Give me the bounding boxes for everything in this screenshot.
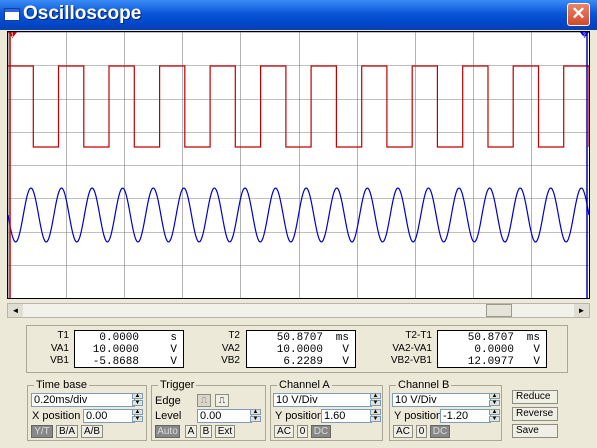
horizontal-scrollbar[interactable]: ◄ ► — [7, 303, 590, 318]
readout-value: -5.8688 — [92, 356, 139, 368]
readout-label: VB2 — [221, 355, 240, 366]
scope-grid — [8, 32, 590, 299]
readout-box-t1: 0.0000 s 10.0000 V -5.8688 V — [74, 330, 184, 368]
readout-unit: V — [170, 344, 177, 356]
readout-value: 12.0977 — [467, 356, 514, 368]
scroll-left-icon[interactable]: ◄ — [8, 304, 23, 317]
mode-ba-button[interactable]: B/A — [56, 425, 78, 438]
mode-ab-button[interactable]: A/B — [81, 425, 103, 438]
x-position-label: X position — [32, 410, 81, 422]
readout-unit: s — [170, 332, 177, 344]
readout-unit: V — [533, 356, 540, 368]
readout-value: 0.0000 — [474, 344, 514, 356]
scroll-thumb[interactable] — [486, 304, 512, 317]
readout-label: VA1 — [50, 342, 69, 354]
channel-a-y-position-field[interactable]: 1.60 — [321, 409, 372, 423]
readout-box-t2: 50.8707 ms 10.0000 V 6.2289 V — [246, 330, 356, 368]
channel-a-y-position-spinner[interactable]: ▲ ▼ — [370, 409, 381, 423]
trigger-level-spinner[interactable]: ▲ ▼ — [250, 409, 261, 423]
readout-label: T2 — [228, 330, 240, 341]
trigger-legend: Trigger — [158, 379, 197, 391]
readout-value: 50.8707 — [467, 332, 514, 344]
save-button[interactable]: Save — [512, 424, 558, 438]
readout-unit: ms — [335, 332, 349, 344]
channel-b-scale-field[interactable]: 10 V/Div — [392, 393, 491, 407]
reverse-button[interactable]: Reverse — [512, 407, 558, 421]
rising-edge-icon[interactable]: ⎍ — [197, 394, 211, 407]
channel-a-trace — [8, 65, 590, 148]
channel-a-scale-field[interactable]: 10 V/Div — [273, 393, 372, 407]
channel-b-dc-button[interactable]: DC — [430, 425, 450, 438]
edge-label: Edge — [155, 395, 181, 407]
trigger-level-field[interactable]: 0.00 — [197, 409, 252, 423]
x-position-spinner[interactable]: ▲ ▼ — [132, 409, 143, 423]
x-position-field[interactable]: 0.00 — [83, 409, 135, 423]
close-button[interactable]: ✕ — [567, 3, 590, 26]
readout-value: 10.0000 — [92, 344, 139, 356]
channel-a-ac-button[interactable]: AC — [274, 425, 294, 438]
readout-label: T2-T1 — [405, 330, 432, 341]
channel-b-y-position-label: Y position — [394, 410, 443, 422]
trigger-ext-button[interactable]: Ext — [215, 425, 235, 438]
mode-yt-button[interactable]: Y/T — [31, 425, 53, 438]
window-title: Oscilloscope — [23, 3, 142, 24]
trigger-b-button[interactable]: B — [200, 425, 212, 438]
readout-unit: ms — [526, 332, 540, 344]
readout-label: VA2 — [221, 342, 240, 354]
time-base-spinner[interactable]: ▲ ▼ — [132, 393, 143, 407]
readout-value: 6.2289 — [283, 356, 323, 368]
measurement-readout: T1 VA1 VB1 0.0000 s 10.0000 V -5.8688 V … — [26, 325, 568, 373]
readout-label: VA2-VA1 — [392, 342, 432, 354]
scope-display: 1 2 — [7, 31, 590, 299]
channel-a-dc-button[interactable]: DC — [311, 425, 331, 438]
trigger-group: Trigger Edge ⎍ ⎍ Level 0.00 ▲ ▼ Auto A B … — [151, 379, 266, 441]
readout-value: 10.0000 — [276, 344, 323, 356]
readout-unit: V — [170, 356, 177, 368]
channel-b-zero-button[interactable]: 0 — [416, 425, 427, 438]
oscilloscope-window: Oscilloscope ✕ 1 2 ◄ ► T1 VA1 VB1 0.0000… — [0, 0, 597, 448]
channel-b-y-position-spinner[interactable]: ▲ ▼ — [489, 409, 500, 423]
channel-a-scale-spinner[interactable]: ▲ ▼ — [370, 393, 381, 407]
readout-label: T1 — [57, 330, 69, 341]
channel-b-legend: Channel B — [396, 379, 452, 391]
readout-unit: V — [342, 344, 349, 356]
readout-unit: V — [342, 356, 349, 368]
reduce-button[interactable]: Reduce — [512, 390, 558, 404]
channel-a-zero-button[interactable]: 0 — [297, 425, 308, 438]
scope-screen: 1 2 — [7, 32, 590, 299]
falling-edge-icon[interactable]: ⎍ — [215, 394, 229, 407]
channel-b-ac-button[interactable]: AC — [393, 425, 413, 438]
scroll-right-icon[interactable]: ► — [574, 304, 589, 317]
readout-value: 0.0000 — [99, 332, 139, 344]
readout-label: VB1 — [50, 355, 69, 366]
channel-b-scale-spinner[interactable]: ▲ ▼ — [489, 393, 500, 407]
trigger-a-button[interactable]: A — [185, 425, 197, 438]
channel-b-group: Channel B 10 V/Div ▲ ▼ Y position -1.20 ▲… — [389, 379, 502, 441]
readout-value: 50.8707 — [276, 332, 323, 344]
window-icon — [4, 8, 20, 21]
channel-a-group: Channel A 10 V/Div ▲ ▼ Y position 1.60 ▲ ▼… — [270, 379, 383, 441]
channel-b-trace — [7, 187, 590, 243]
readout-label: VB2-VB1 — [390, 355, 432, 366]
readout-box-diff: 50.8707 ms 0.0000 V 12.0977 V — [437, 330, 547, 368]
title-bar[interactable]: Oscilloscope ✕ — [0, 0, 597, 30]
scope-graph: 1 2 — [7, 32, 590, 299]
channel-a-y-position-label: Y position — [275, 410, 324, 422]
level-label: Level — [155, 410, 182, 422]
channel-b-y-position-field[interactable]: -1.20 — [440, 409, 491, 423]
readout-unit: V — [533, 344, 540, 356]
time-base-legend: Time base — [34, 379, 89, 391]
time-base-field[interactable]: 0.20ms/div — [31, 393, 135, 407]
channel-a-legend: Channel A — [277, 379, 332, 391]
trigger-auto-button[interactable]: Auto — [155, 425, 180, 438]
time-base-group: Time base 0.20ms/div ▲ ▼ X position 0.00 … — [27, 379, 147, 441]
